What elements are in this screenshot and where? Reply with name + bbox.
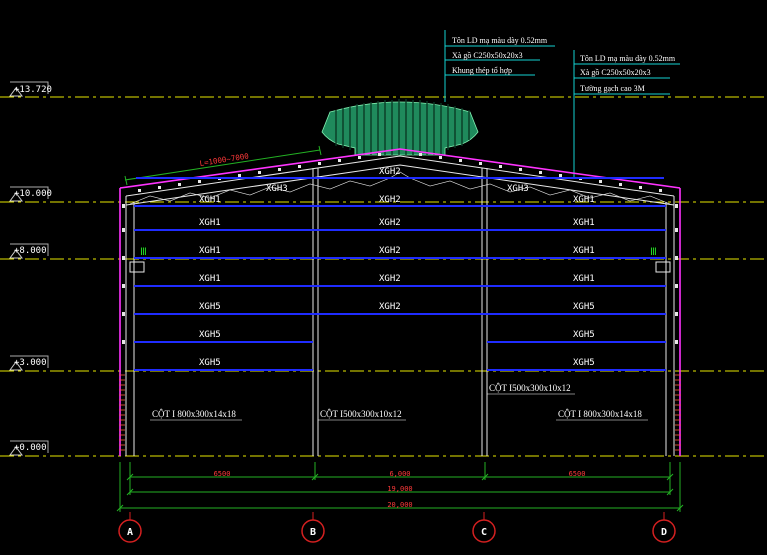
dim-bay-ab: 6500 [214, 470, 231, 478]
beam-label-left: XGH5 [199, 358, 221, 368]
callout-right-line-2: Xà gồ C250x50x20x3 [580, 68, 651, 77]
grid-bubble-label: A [127, 527, 133, 538]
callout-ridge-line-1: Tôn LD mạ màu dày 0.52mm [452, 36, 548, 45]
beam-label-center: XGH2 [379, 195, 401, 205]
level-tag-0000: +0.000 [9, 440, 49, 456]
rafter-dim-label: L=1000~7000 [199, 151, 250, 168]
grid-bubble-label: D [661, 527, 667, 538]
dim-inner: 19,000 [387, 485, 412, 493]
beam-label-right: XGH5 [573, 358, 595, 368]
level-label: +3.000 [14, 358, 47, 368]
column-label-right: CỘT I 800x300x14x18 [558, 409, 642, 419]
grid-bubble-d[interactable]: D [652, 512, 676, 543]
beam-label-right: XGH1 [573, 246, 595, 256]
elevation-drawing: +13.720 +10.000 +8.000 +3.000 +0.000 Tôn… [0, 30, 767, 543]
level-label: +10.000 [14, 189, 52, 199]
callout-ridge: Tôn LD mạ màu dày 0.52mm Xà gồ C250x50x2… [452, 36, 548, 75]
beam-label-left: XGH1 [199, 218, 221, 228]
beam-label-left: XGH5 [199, 330, 221, 340]
level-tag-10000: +10.000 [9, 186, 52, 202]
beam-label-ridge: XGH2 [379, 167, 401, 177]
level-tag-13720: +13.720 [9, 81, 52, 97]
beam-label-center: XGH2 [379, 274, 401, 284]
beam-label-center: XGH2 [379, 246, 401, 256]
grid-bubble-b[interactable]: B [301, 512, 325, 543]
callout-ridge-line-3: Khung thép tổ hợp [452, 66, 512, 75]
callout-right-line-1: Tôn LD mạ màu dày 0.52mm [580, 54, 676, 63]
beam-label-center: XGH2 [379, 218, 401, 228]
beam-label-right: XGH1 [573, 218, 595, 228]
cad-canvas[interactable]: +13.720 +10.000 +8.000 +3.000 +0.000 Tôn… [0, 0, 767, 555]
beam-label-right: XGH5 [573, 302, 595, 312]
beam-label-right: XGH1 [573, 274, 595, 284]
grid-bubble-label: C [481, 527, 487, 538]
column-label-center-c: CỘT I500x300x10x12 [489, 383, 571, 393]
ridge-ventilator [321, 99, 479, 156]
dim-bay-cd: 6500 [569, 470, 586, 478]
level-label: +0.000 [14, 443, 47, 453]
callout-ridge-line-2: Xà gồ C250x50x20x3 [452, 51, 523, 60]
grid-bubbles: A B C D [118, 512, 676, 543]
beam-label-left: XGH1 [199, 274, 221, 284]
crane-bracket-left-icon: Ⅲ [140, 247, 147, 258]
level-tag-3000: +3.000 [9, 355, 49, 371]
dim-overall: 20,000 [387, 501, 412, 509]
column-a [125, 196, 145, 456]
level-label: +8.000 [14, 246, 47, 256]
grid-bubble-a[interactable]: A [118, 512, 142, 543]
grid-bubble-c[interactable]: C [472, 512, 496, 543]
beam-label-left: XGH1 [199, 246, 221, 256]
beam-label-center: XGH2 [379, 302, 401, 312]
beam-label-top-right: XGH3 [507, 184, 529, 194]
dim-bay-bc: 6,000 [389, 470, 410, 478]
callout-right-line-3: Tường gạch cao 3M [580, 84, 645, 93]
column-label-left: CỘT I 800x300x14x18 [152, 409, 236, 419]
column-labels: CỘT I 800x300x14x18 CỘT I500x300x10x12 C… [150, 383, 648, 421]
beam-label-left: XGH5 [199, 302, 221, 312]
beam-labels: XGH2 XGH3 XGH3 XGH1 XGH1 XGH1 XGH1 XGH5 … [199, 167, 595, 368]
level-tags: +13.720 +10.000 +8.000 +3.000 +0.000 [9, 81, 52, 456]
crane-bracket-right-icon: Ⅲ [650, 247, 657, 258]
beam-label-right: XGH5 [573, 330, 595, 340]
grid-bubble-label: B [310, 527, 316, 538]
beam-label-right: XGH1 [573, 195, 595, 205]
dimension-texts: 6500 6,000 6500 19,000 20,000 [214, 470, 586, 509]
column-c [481, 168, 488, 456]
beam-label-top-left: XGH3 [266, 184, 288, 194]
column-label-center-b: CỘT I500x300x10x12 [320, 409, 402, 419]
rafter-dimension: L=1000~7000 [124, 145, 322, 186]
column-b [312, 168, 319, 456]
beam-label-left: XGH1 [199, 195, 221, 205]
level-label: +13.720 [14, 85, 52, 95]
column-d [655, 196, 675, 456]
callout-right: Tôn LD mạ màu dày 0.52mm Xà gồ C250x50x2… [580, 54, 676, 93]
level-tag-8000: +8.000 [9, 243, 49, 259]
